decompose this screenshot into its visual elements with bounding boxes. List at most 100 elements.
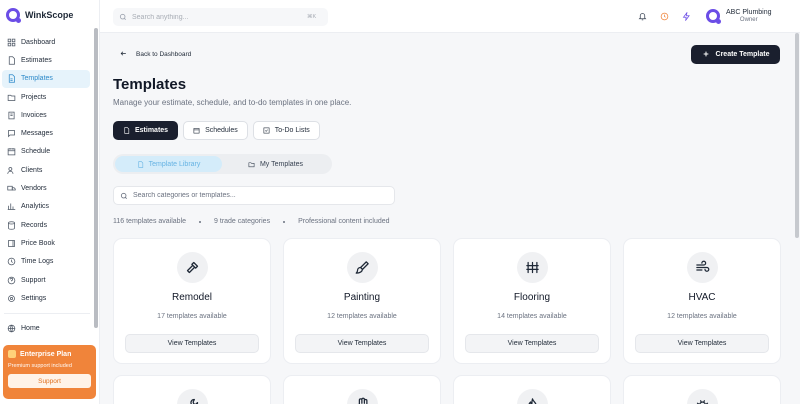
brand[interactable]: WinkScope <box>6 6 73 24</box>
category-card-partial[interactable] <box>453 375 611 404</box>
page-title: Templates <box>113 76 187 93</box>
sidebar-home: Home <box>2 319 90 337</box>
hand-icon <box>347 389 378 404</box>
category-card-painting[interactable]: Painting 12 templates available View Tem… <box>283 238 441 364</box>
card-count: 17 templates available <box>157 313 227 320</box>
users-icon <box>7 166 16 175</box>
gear-icon <box>7 294 16 303</box>
winkscope-logo-icon <box>6 8 21 23</box>
global-search[interactable]: ⌘K <box>113 8 328 26</box>
category-card-partial[interactable] <box>623 375 781 404</box>
sidebar-item-estimates[interactable]: Estimates <box>2 51 90 69</box>
sidebar-item-records[interactable]: Records <box>2 216 90 234</box>
category-card-partial[interactable] <box>283 375 441 404</box>
sidebar-nav: Dashboard Estimates Templates Projects I… <box>2 33 90 307</box>
sidebar-item-support[interactable]: Support <box>2 271 90 289</box>
template-type-tabs: Estimates Schedules To-Do Lists <box>113 121 320 140</box>
sidebar-item-projects[interactable]: Projects <box>2 88 90 106</box>
category-card-hvac[interactable]: HVAC 12 templates available View Templat… <box>623 238 781 364</box>
back-to-dashboard-link[interactable]: Back to Dashboard <box>120 50 191 59</box>
separator-dot <box>199 220 202 223</box>
sidebar-item-label: Templates <box>21 75 53 83</box>
main-scrollbar[interactable] <box>795 33 799 238</box>
chart-icon <box>7 202 16 211</box>
invoice-icon <box>7 111 16 120</box>
message-icon <box>7 129 16 138</box>
view-templates-button[interactable]: View Templates <box>295 334 429 353</box>
create-template-button[interactable]: Create Template <box>691 45 780 64</box>
category-search-input[interactable] <box>133 192 383 199</box>
calendar-icon <box>7 147 16 156</box>
wind-icon <box>687 252 718 283</box>
back-label: Back to Dashboard <box>136 51 192 58</box>
create-template-label: Create Template <box>715 51 770 58</box>
checkbox-icon <box>263 127 270 134</box>
arrow-left-icon <box>120 50 127 59</box>
plan-title: Enterprise Plan <box>8 350 91 358</box>
category-card-partial[interactable] <box>113 375 271 404</box>
segment-label: My Templates <box>259 160 304 168</box>
view-templates-button[interactable]: View Templates <box>635 334 769 353</box>
user-info: ABC Plumbing Owner <box>726 8 772 23</box>
main-content: Back to Dashboard Create Template Templa… <box>100 33 800 404</box>
document-icon <box>138 160 143 168</box>
search-icon <box>120 187 128 205</box>
wrench-icon <box>177 389 208 404</box>
sidebar-item-label: Estimates <box>21 56 52 64</box>
sidebar-item-label: Price Book <box>21 239 55 247</box>
sidebar-item-home[interactable]: Home <box>2 319 90 337</box>
help-icon <box>7 276 16 285</box>
tab-estimates[interactable]: Estimates <box>113 121 179 140</box>
category-search[interactable] <box>113 186 395 205</box>
view-templates-button[interactable]: View Templates <box>125 334 259 353</box>
sidebar-scrollbar[interactable] <box>94 28 98 328</box>
segment-label: Template Library <box>148 160 201 168</box>
sidebar-item-settings[interactable]: Settings <box>2 289 90 307</box>
support-button[interactable]: Support <box>8 374 91 388</box>
sidebar-item-analytics[interactable]: Analytics <box>2 198 90 216</box>
sidebar-item-label: Projects <box>21 93 47 101</box>
card-title: HVAC <box>688 292 716 303</box>
bug-icon <box>687 389 718 404</box>
sidebar-divider <box>4 313 90 314</box>
sidebar-item-label: Support <box>21 276 46 284</box>
view-templates-button[interactable]: View Templates <box>465 334 599 353</box>
clock-icon <box>7 257 16 266</box>
sidebar-item-label: Settings <box>21 294 47 302</box>
user-menu[interactable]: ABC Plumbing Owner <box>706 8 772 24</box>
category-card-remodel[interactable]: Remodel 17 templates available View Temp… <box>113 238 271 364</box>
category-card-flooring[interactable]: Flooring 14 templates available View Tem… <box>453 238 611 364</box>
card-title: Flooring <box>513 292 551 303</box>
sidebar-item-price-book[interactable]: Price Book <box>2 234 90 252</box>
sidebar-item-invoices[interactable]: Invoices <box>2 106 90 124</box>
tab-schedules[interactable]: Schedules <box>183 121 248 140</box>
sidebar-item-clients[interactable]: Clients <box>2 161 90 179</box>
bell-icon[interactable] <box>637 11 647 21</box>
paintbrush-icon <box>347 252 378 283</box>
document-icon <box>7 56 16 65</box>
sidebar-item-time-logs[interactable]: Time Logs <box>2 253 90 271</box>
sidebar-item-templates[interactable]: Templates <box>2 69 90 88</box>
sidebar-item-messages[interactable]: Messages <box>2 124 90 142</box>
user-role: Owner <box>739 17 758 23</box>
book-icon <box>7 239 16 248</box>
database-icon <box>7 220 16 230</box>
sidebar-item-label: Home <box>21 324 40 332</box>
sidebar-item-schedule[interactable]: Schedule <box>2 143 90 161</box>
clock-icon[interactable] <box>659 11 669 21</box>
calendar-icon <box>193 128 200 134</box>
sidebar-item-vendors[interactable]: Vendors <box>2 179 90 197</box>
tab-todo-lists[interactable]: To-Do Lists <box>252 121 320 140</box>
search-input[interactable] <box>132 13 302 21</box>
folder-icon <box>248 161 255 167</box>
stat-categories: 9 trade categories <box>214 218 271 225</box>
segment-my-templates[interactable]: My Templates <box>222 156 329 172</box>
lightning-icon[interactable] <box>681 11 691 21</box>
template-stats: 116 templates available 9 trade categori… <box>113 218 390 225</box>
card-count: 14 templates available <box>497 313 567 320</box>
sidebar-item-dashboard[interactable]: Dashboard <box>2 33 90 51</box>
sidebar-item-label: Records <box>21 221 48 229</box>
truck-icon <box>7 184 16 193</box>
hammer-icon <box>177 252 208 283</box>
segment-template-library[interactable]: Template Library <box>115 156 222 172</box>
